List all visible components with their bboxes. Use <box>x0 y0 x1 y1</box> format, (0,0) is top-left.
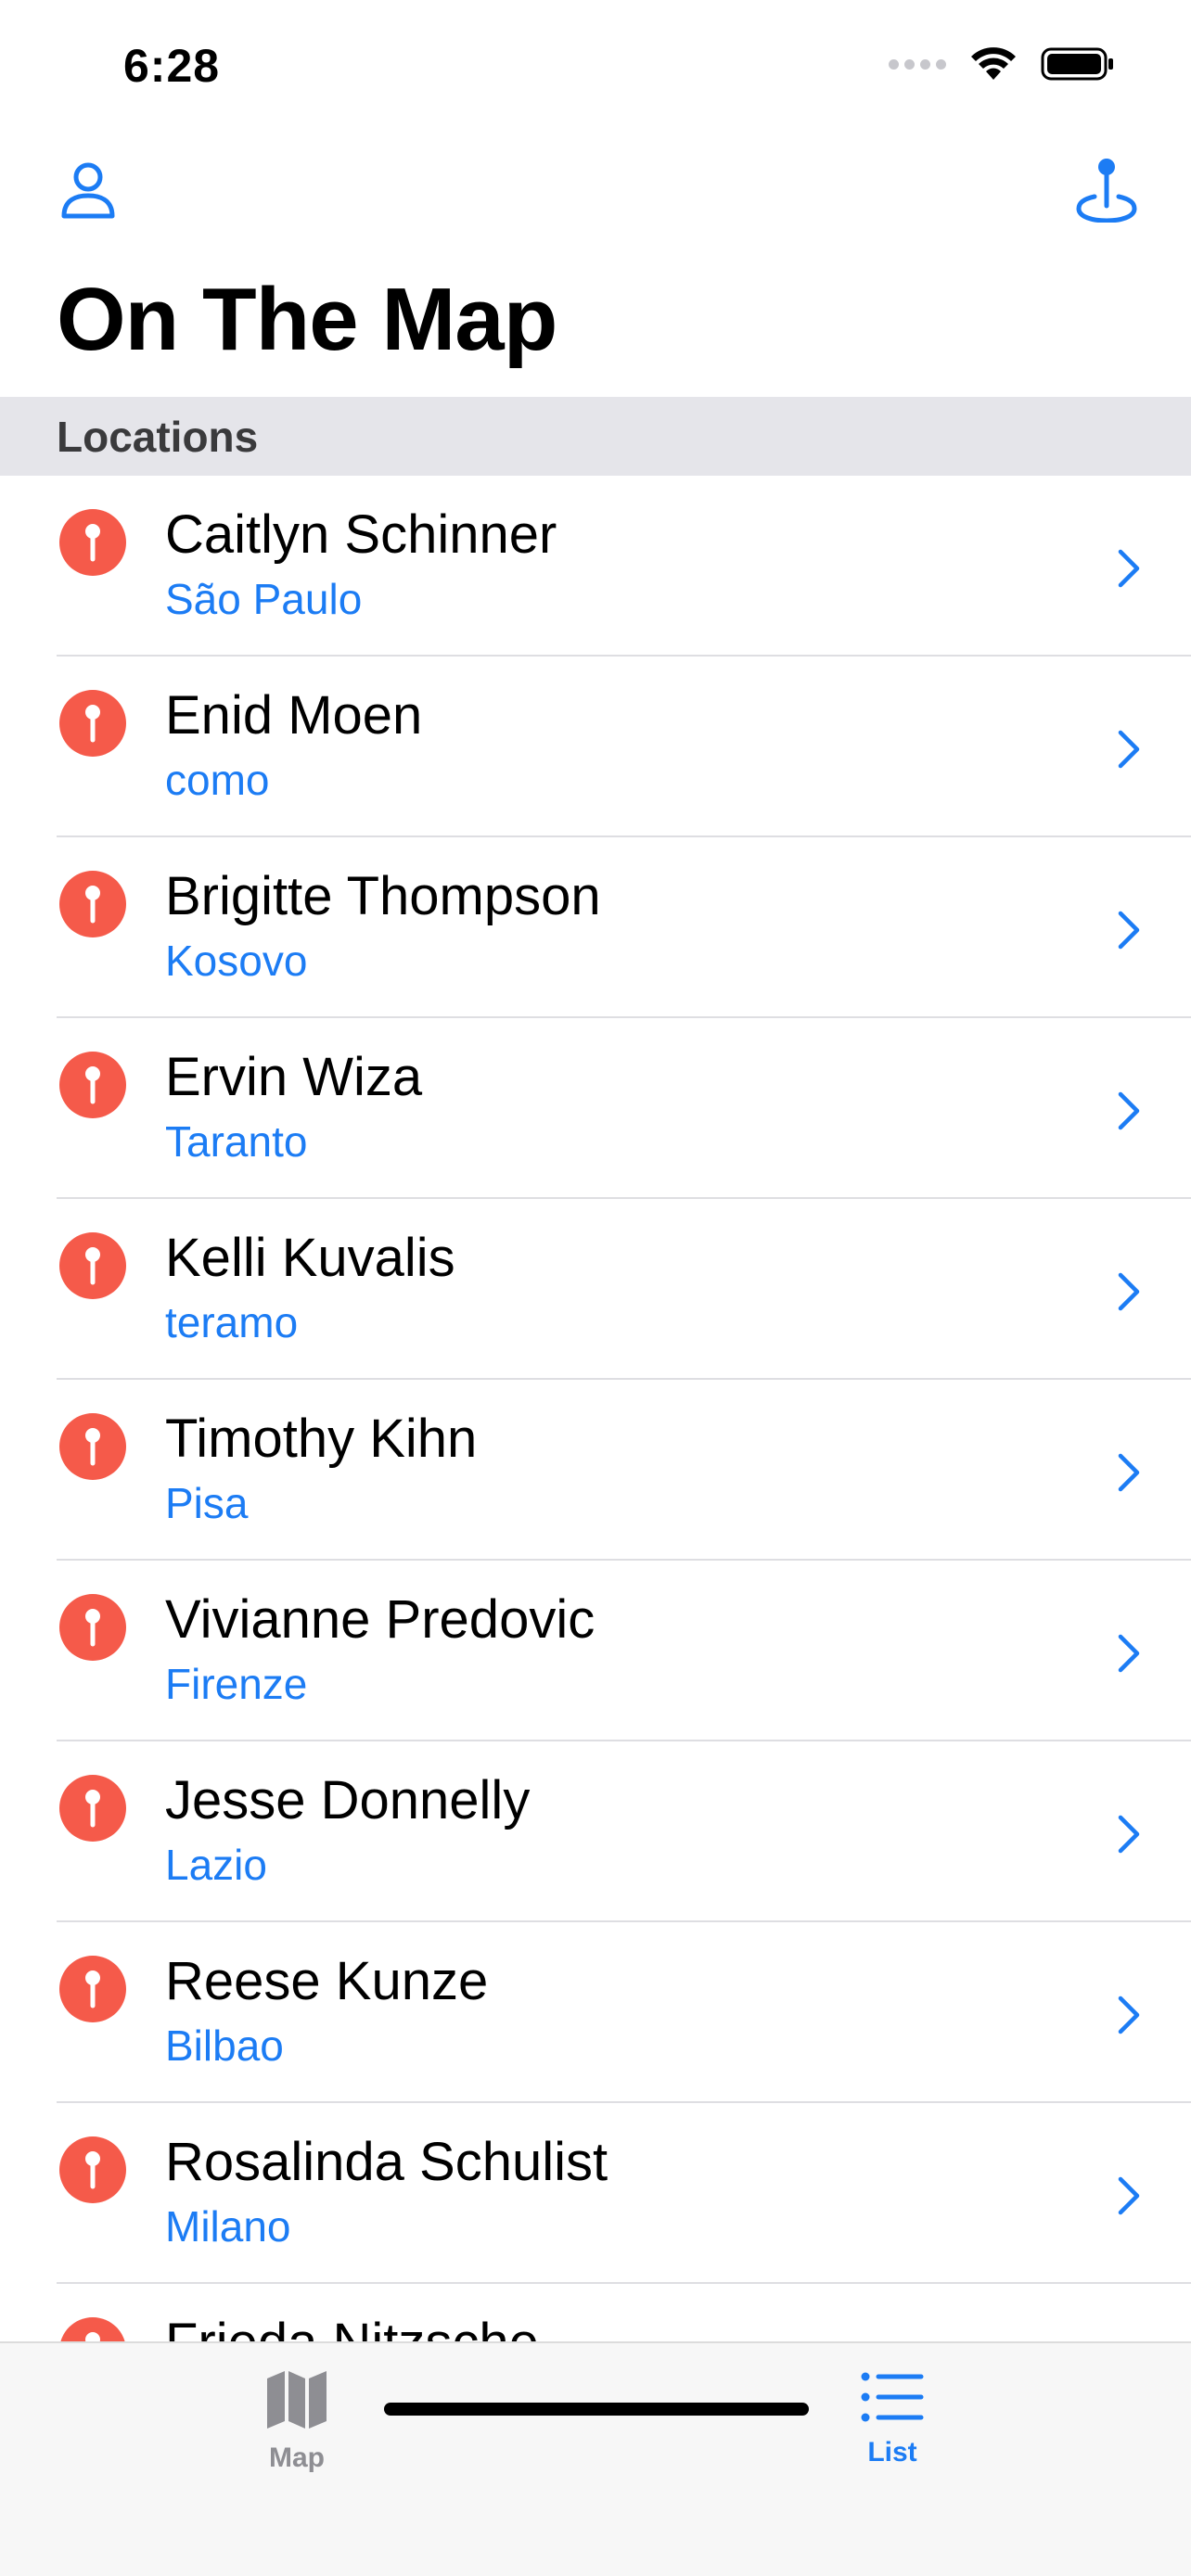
map-pin-icon <box>59 1956 126 2022</box>
list-icon <box>861 2372 924 2422</box>
location-name: Reese Kunze <box>165 1951 489 2011</box>
list-item[interactable]: Timothy Kihn Pisa <box>0 1380 1191 1561</box>
location-place: Bilbao <box>165 2021 284 2070</box>
profile-button[interactable] <box>56 158 121 223</box>
location-place: teramo <box>165 1298 299 1346</box>
home-indicator[interactable] <box>384 2403 809 2416</box>
location-name: Timothy Kihn <box>165 1409 478 1469</box>
list-item[interactable]: Brigitte Thompson Kosovo <box>0 837 1191 1018</box>
chevron-right-icon <box>1118 1453 1140 1492</box>
map-pin-icon <box>59 2317 126 2341</box>
map-pin-icon <box>59 509 126 576</box>
map-pin-icon <box>59 2136 126 2203</box>
chevron-right-icon <box>1118 1815 1140 1854</box>
locations-list[interactable]: Caitlyn Schinner São Paulo Enid Moen com… <box>0 476 1191 2341</box>
tab-map-label: Map <box>269 2442 325 2473</box>
status-bar: 6:28 <box>0 0 1191 139</box>
chevron-right-icon <box>1118 1091 1140 1130</box>
chevron-right-icon <box>1118 1996 1140 2034</box>
location-pin-icon <box>1076 159 1137 223</box>
location-name: Kelli Kuvalis <box>165 1228 455 1288</box>
tab-list[interactable]: List <box>800 2369 985 2508</box>
location-place: Kosovo <box>165 937 308 985</box>
location-place: São Paulo <box>165 575 363 623</box>
map-pin-icon <box>59 1052 126 1118</box>
battery-icon <box>1041 47 1113 81</box>
list-item[interactable]: Reese Kunze Bilbao <box>0 1922 1191 2103</box>
location-name: Enid Moen <box>165 685 423 746</box>
location-name: Frieda Nitzsche <box>165 2312 539 2341</box>
location-place: Taranto <box>165 1117 308 1166</box>
map-pin-icon <box>59 1594 126 1661</box>
list-item[interactable]: Ervin Wiza Taranto <box>0 1018 1191 1199</box>
tab-map[interactable]: Map <box>204 2369 390 2508</box>
location-place: Milano <box>165 2202 291 2251</box>
location-name: Ervin Wiza <box>165 1047 423 1107</box>
list-item[interactable]: Vivianne Predovic Firenze <box>0 1561 1191 1741</box>
page-title: On The Map <box>57 270 557 369</box>
location-place: Firenze <box>165 1660 308 1708</box>
location-place: Pisa <box>165 1479 249 1527</box>
map-pin-icon <box>59 1232 126 1299</box>
cellular-signal-icon <box>889 58 946 70</box>
map-pin-icon <box>59 1775 126 1842</box>
section-header: Locations <box>0 397 1191 476</box>
location-place: como <box>165 756 270 804</box>
location-name: Brigitte Thompson <box>165 866 601 926</box>
list-item[interactable]: Caitlyn Schinner São Paulo <box>0 476 1191 657</box>
map-icon <box>267 2371 327 2429</box>
list-item[interactable]: Kelli Kuvalis teramo <box>0 1199 1191 1380</box>
map-pin-icon <box>59 690 126 757</box>
wifi-icon <box>971 47 1016 80</box>
location-place: Lazio <box>165 1841 267 1889</box>
map-pin-icon <box>59 871 126 937</box>
location-name: Vivianne Predovic <box>165 1589 596 1650</box>
list-item[interactable]: Frieda Nitzsche <box>0 2284 1191 2341</box>
status-icons <box>889 46 1115 82</box>
location-name: Caitlyn Schinner <box>165 504 557 565</box>
chevron-right-icon <box>1118 1634 1140 1673</box>
chevron-right-icon <box>1118 1272 1140 1311</box>
chevron-right-icon <box>1118 730 1140 769</box>
list-item[interactable]: Rosalinda Schulist Milano <box>0 2103 1191 2284</box>
add-location-button[interactable] <box>1074 158 1139 223</box>
section-header-label: Locations <box>57 413 259 461</box>
tab-list-label: List <box>867 2437 917 2468</box>
chevron-right-icon <box>1118 911 1140 950</box>
status-time: 6:28 <box>123 40 221 92</box>
location-name: Jesse Donnelly <box>165 1770 531 1830</box>
location-name: Rosalinda Schulist <box>165 2132 608 2192</box>
tab-bar: Map List <box>0 2341 1191 2576</box>
chevron-right-icon <box>1118 2176 1140 2215</box>
person-icon <box>61 162 115 219</box>
list-item[interactable]: Enid Moen como <box>0 657 1191 837</box>
chevron-right-icon <box>1118 549 1140 588</box>
map-pin-icon <box>59 1413 126 1480</box>
list-item[interactable]: Jesse Donnelly Lazio <box>0 1741 1191 1922</box>
